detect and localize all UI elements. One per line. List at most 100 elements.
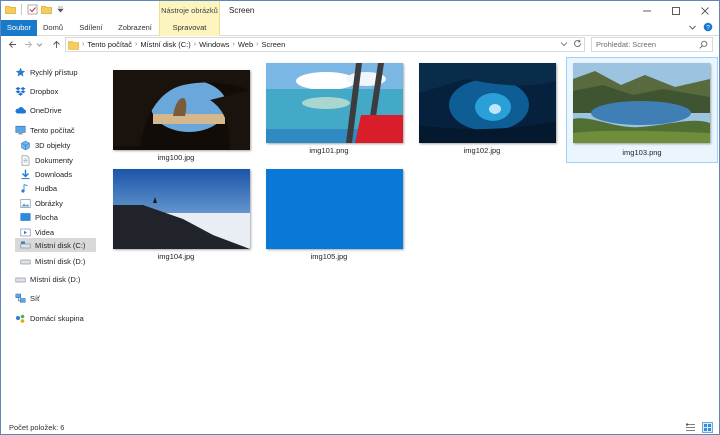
breadcrumb-this-pc[interactable]: Tento počítač <box>87 40 132 49</box>
maximize-button[interactable] <box>661 1 690 20</box>
nav-item-dropbox[interactable]: Dropbox <box>15 84 101 98</box>
toolbar-divider <box>21 4 22 15</box>
thumbnail-image <box>573 63 710 143</box>
customize-dropdown-icon[interactable] <box>55 4 66 15</box>
ribbon-tabs: Soubor Domů Sdílení Zobrazení Spravovat … <box>1 20 719 36</box>
search-placeholder: Prohledat: Screen <box>596 40 657 49</box>
item-count: Počet položek: 6 <box>9 423 65 432</box>
nav-item-pictures[interactable]: Obrázky <box>20 196 101 210</box>
document-icon <box>20 155 31 166</box>
refresh-icon[interactable] <box>573 39 582 50</box>
details-view-icon[interactable] <box>685 422 696 433</box>
music-icon <box>20 183 31 194</box>
nav-item-network[interactable]: Síť <box>15 291 101 305</box>
file-name: img102.jpg <box>463 146 501 155</box>
tab-view[interactable]: Zobrazení <box>113 20 157 36</box>
file-name: img105.jpg <box>310 252 348 261</box>
minimize-icon <box>642 10 651 11</box>
folder-icon[interactable] <box>5 4 16 15</box>
file-item-img105[interactable]: img105.jpg <box>254 163 406 269</box>
file-item-img102[interactable]: img102.jpg <box>407 57 559 163</box>
svg-text:?: ? <box>706 24 710 31</box>
nav-item-local-disk-c[interactable]: Místní disk (C:) <box>15 238 96 252</box>
address-dropdown-icon[interactable] <box>560 40 568 50</box>
nav-item-quick-access[interactable]: Rychlý přístup <box>15 65 101 79</box>
ribbon-controls: ? <box>688 22 713 34</box>
file-item-img100[interactable]: img100.jpg <box>101 64 253 170</box>
breadcrumb-separator: › <box>134 41 138 48</box>
up-arrow-icon <box>52 40 60 48</box>
breadcrumb-screen[interactable]: Screen <box>262 40 286 49</box>
search-input[interactable]: Prohledat: Screen <box>591 37 713 52</box>
recent-locations-button[interactable] <box>34 37 44 52</box>
file-list: img100.jpg img101.png img102.jpg img103.… <box>101 57 719 419</box>
maximize-icon <box>671 6 680 15</box>
video-icon <box>20 227 31 238</box>
drive-icon <box>20 240 31 251</box>
back-button[interactable] <box>5 37 19 52</box>
help-icon[interactable]: ? <box>703 22 713 34</box>
view-switcher <box>685 422 713 433</box>
tab-home[interactable]: Domů <box>39 20 67 36</box>
quick-access-toolbar <box>5 4 66 15</box>
drive-icon <box>15 274 26 285</box>
breadcrumb-separator: › <box>256 41 259 48</box>
chevron-down-icon <box>36 43 42 47</box>
network-icon <box>15 293 26 304</box>
thumbnail-image <box>113 169 250 249</box>
context-group-label: Nástroje obrázků <box>159 1 220 20</box>
file-name: img103.png <box>622 148 662 157</box>
breadcrumb-windows[interactable]: Windows <box>199 40 229 49</box>
star-icon <box>15 67 26 78</box>
breadcrumb-web[interactable]: Web <box>238 40 253 49</box>
homegroup-icon <box>15 313 26 324</box>
dropbox-icon <box>15 86 26 97</box>
nav-item-desktop[interactable]: Plocha <box>20 210 101 224</box>
forward-button[interactable] <box>21 37 35 52</box>
desktop-icon <box>20 212 31 223</box>
navigation-pane: Rychlý přístup Dropbox OneDrive Tento po… <box>1 57 101 419</box>
address-bar[interactable]: › Tento počítač › Místní disk (C:) › Win… <box>65 37 585 52</box>
file-item-img104[interactable]: img104.jpg <box>101 163 253 269</box>
nav-item-local-disk-d[interactable]: Místní disk (D:) <box>20 254 101 268</box>
breadcrumb-local-disk-c[interactable]: Místní disk (C:) <box>140 40 190 49</box>
nav-item-music[interactable]: Hudba <box>20 181 101 195</box>
forward-arrow-icon <box>24 41 32 48</box>
tab-manage[interactable]: Spravovat <box>159 20 220 36</box>
chevron-down-icon[interactable] <box>688 23 697 34</box>
nav-item-3d-objects[interactable]: 3D objekty <box>20 138 101 152</box>
nav-item-this-pc[interactable]: Tento počítač <box>15 123 101 137</box>
cloud-icon <box>15 105 26 116</box>
new-folder-icon[interactable] <box>41 4 52 15</box>
address-actions <box>560 38 582 51</box>
nav-item-onedrive[interactable]: OneDrive <box>15 103 101 117</box>
window-title: Screen <box>229 6 255 15</box>
close-button[interactable] <box>690 1 719 20</box>
computer-icon <box>15 125 26 136</box>
minimize-button[interactable] <box>632 1 661 20</box>
download-icon <box>20 169 31 180</box>
drive-icon <box>20 256 31 267</box>
thumbnail-image <box>113 70 250 150</box>
tab-file[interactable]: Soubor <box>1 20 37 36</box>
search-icon <box>699 40 708 51</box>
file-item-img103[interactable]: img103.png <box>566 57 718 163</box>
tab-share[interactable]: Sdílení <box>75 20 107 36</box>
up-button[interactable] <box>49 37 63 52</box>
large-icons-view-icon[interactable] <box>702 422 713 433</box>
breadcrumb-separator: › <box>232 41 235 48</box>
nav-item-downloads[interactable]: Downloads <box>20 167 101 181</box>
file-item-img101[interactable]: img101.png <box>254 57 406 163</box>
window-controls <box>632 1 719 20</box>
cube-icon <box>20 140 31 151</box>
nav-item-documents[interactable]: Dokumenty <box>20 153 101 167</box>
nav-item-local-disk-d-root[interactable]: Místní disk (D:) <box>15 272 101 286</box>
file-name: img101.png <box>309 146 349 155</box>
pictures-icon <box>20 198 31 209</box>
nav-item-videos[interactable]: Videa <box>20 225 101 239</box>
explorer-window: Nástroje obrázků Screen Soubor Domů Sdíl… <box>0 0 720 435</box>
breadcrumb-separator: › <box>193 41 197 48</box>
properties-check-icon[interactable] <box>27 4 38 15</box>
status-bar: Počet položek: 6 <box>1 421 719 434</box>
nav-item-homegroup[interactable]: Domácí skupina <box>15 311 101 325</box>
